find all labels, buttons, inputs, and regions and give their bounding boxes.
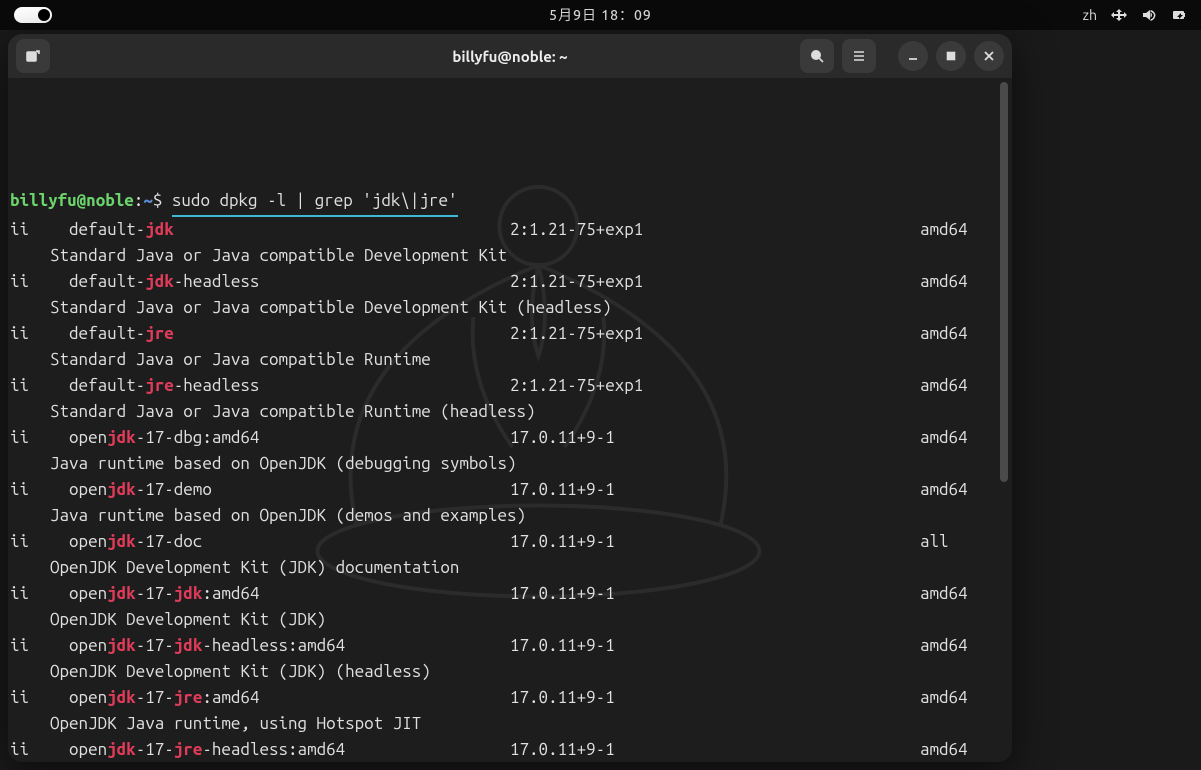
status-area[interactable]: zh <box>1083 7 1187 23</box>
command-text: sudo dpkg -l | grep 'jdk\|jre' <box>172 188 458 217</box>
package-desc: OpenJDK Development Kit (JDK) (headless) <box>10 659 1010 685</box>
menu-button[interactable] <box>842 39 876 73</box>
package-desc: Java runtime based on OpenJDK (debugging… <box>10 451 1010 477</box>
network-icon <box>1111 7 1127 23</box>
prompt-line: billyfu@noble:~$ sudo dpkg -l | grep 'jd… <box>10 188 1010 217</box>
package-row: ii openjdk-17-dbg:amd6417.0.11+9-1amd64 <box>10 425 1010 451</box>
package-desc: Standard Java or Java compatible Runtime… <box>10 399 1010 425</box>
battery-icon <box>1171 7 1187 23</box>
package-desc: Standard Java or Java compatible Develop… <box>10 295 1010 321</box>
ime-indicator[interactable]: zh <box>1083 7 1097 23</box>
package-desc: Standard Java or Java compatible Develop… <box>10 243 1010 269</box>
package-desc: OpenJDK Java runtime, using Hotspot JIT <box>10 711 1010 737</box>
terminal-body[interactable]: billyfu@noble:~$ sudo dpkg -l | grep 'jd… <box>8 78 1012 762</box>
minimize-button[interactable] <box>898 41 928 71</box>
activities-pill[interactable] <box>14 7 52 23</box>
close-button[interactable] <box>974 41 1004 71</box>
titlebar: billyfu@noble: ~ <box>8 34 1012 78</box>
package-row: ii openjdk-17-jre-headless:amd6417.0.11+… <box>10 737 1010 762</box>
package-row: ii default-jdk-headless2:1.21-75+exp1amd… <box>10 269 1010 295</box>
clock[interactable]: 5月9日 18：09 <box>549 5 652 25</box>
scrollbar[interactable] <box>1000 82 1008 482</box>
package-desc: OpenJDK Development Kit (JDK) <box>10 607 1010 633</box>
package-row: ii openjdk-17-jre:amd6417.0.11+9-1amd64 <box>10 685 1010 711</box>
system-topbar: 5月9日 18：09 zh <box>0 0 1201 30</box>
package-row: ii openjdk-17-demo17.0.11+9-1amd64 <box>10 477 1010 503</box>
package-desc: Standard Java or Java compatible Runtime <box>10 347 1010 373</box>
package-row: ii openjdk-17-jdk-headless:amd6417.0.11+… <box>10 633 1010 659</box>
terminal-window: billyfu@noble: ~ <box>8 34 1012 762</box>
window-title: billyfu@noble: ~ <box>452 48 567 65</box>
search-button[interactable] <box>800 39 834 73</box>
maximize-button[interactable] <box>936 41 966 71</box>
package-row: ii openjdk-17-doc17.0.11+9-1all <box>10 529 1010 555</box>
package-desc: OpenJDK Development Kit (JDK) documentat… <box>10 555 1010 581</box>
package-row: ii openjdk-17-jdk:amd6417.0.11+9-1amd64 <box>10 581 1010 607</box>
volume-icon <box>1141 7 1157 23</box>
new-tab-button[interactable] <box>16 39 50 73</box>
package-row: ii default-jdk2:1.21-75+exp1amd64 <box>10 217 1010 243</box>
package-row: ii default-jre-headless2:1.21-75+exp1amd… <box>10 373 1010 399</box>
package-row: ii default-jre2:1.21-75+exp1amd64 <box>10 321 1010 347</box>
package-desc: Java runtime based on OpenJDK (demos and… <box>10 503 1010 529</box>
